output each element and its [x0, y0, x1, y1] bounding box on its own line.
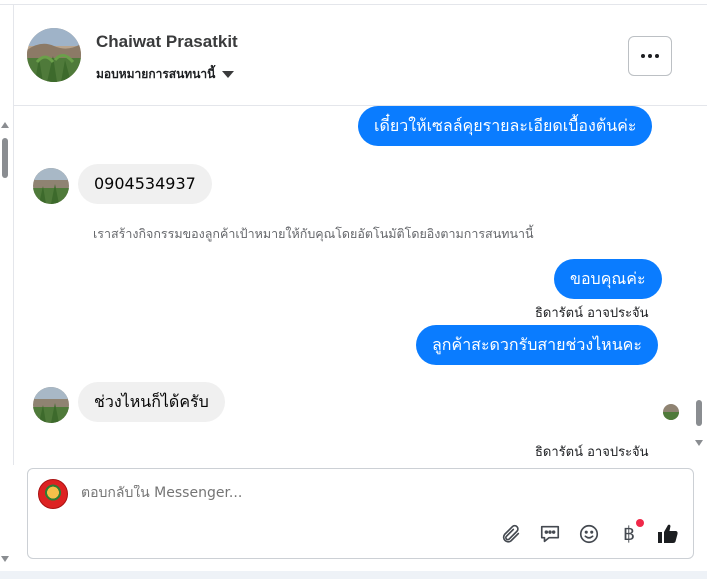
message-outgoing[interactable]: ลูกค้าสะดวกรับสายช่วงไหนคะ — [416, 325, 658, 365]
page-scrollbar-thumb[interactable] — [2, 138, 8, 178]
attachment-icon — [502, 524, 520, 543]
baht-icon: ฿ — [622, 523, 636, 545]
messages-scroll-down-arrow[interactable] — [695, 440, 703, 446]
message-outgoing[interactable]: เดี๋ยวให้เซลล์คุยรายละเอียดเบื้องต้นค่ะ — [358, 106, 653, 146]
attachment-button[interactable] — [498, 521, 524, 547]
reply-composer: ฿ — [27, 468, 694, 559]
contact-avatar[interactable] — [27, 28, 81, 82]
payment-notification-dot — [636, 519, 644, 527]
bottom-strip — [0, 571, 707, 579]
emoji-button[interactable] — [576, 521, 602, 547]
assign-conversation-dropdown[interactable]: มอบหมายการสนทนานี้ — [96, 65, 235, 84]
message-incoming[interactable]: ช่วงไหนก็ได้ครับ — [78, 382, 225, 422]
message-outgoing[interactable]: ขอบคุณค่ะ — [554, 259, 662, 299]
saved-reply-button[interactable] — [537, 521, 563, 547]
like-button[interactable] — [655, 521, 681, 547]
assign-conversation-label: มอบหมายการสนทนานี้ — [96, 67, 216, 81]
emoji-icon — [579, 524, 599, 544]
saved-reply-icon — [540, 525, 560, 543]
messages-scrollbar-thumb[interactable] — [696, 400, 702, 426]
more-icon-dot — [648, 54, 652, 58]
contact-avatar-small — [33, 387, 69, 423]
message-incoming[interactable]: 0904534937 — [78, 164, 212, 204]
more-icon — [641, 54, 645, 58]
contact-name[interactable]: Chaiwat Prasatkit — [96, 32, 238, 52]
conversation-header: Chaiwat Prasatkit มอบหมายการสนทนานี้ — [14, 6, 707, 106]
scroll-up-arrow[interactable] — [1, 122, 9, 128]
more-icon-dot — [655, 54, 659, 58]
seen-indicator-avatar — [663, 404, 679, 420]
sender-name: ธิดารัตน์ อาจประจัน — [535, 306, 649, 321]
sender-name: ธิดารัตน์ อาจประจัน — [535, 445, 649, 460]
page-avatar — [38, 479, 68, 509]
more-options-button[interactable] — [628, 36, 672, 76]
window-top-border — [0, 0, 707, 5]
system-note: เราสร้างกิจกรรมของลูกค้าเป้าหมายให้กับคุ… — [93, 226, 534, 241]
reply-input[interactable] — [81, 485, 501, 501]
thumbs-up-icon — [658, 524, 678, 543]
caret-down-icon — [222, 71, 235, 78]
contact-avatar-small — [33, 168, 69, 204]
scroll-down-arrow[interactable] — [1, 556, 9, 562]
